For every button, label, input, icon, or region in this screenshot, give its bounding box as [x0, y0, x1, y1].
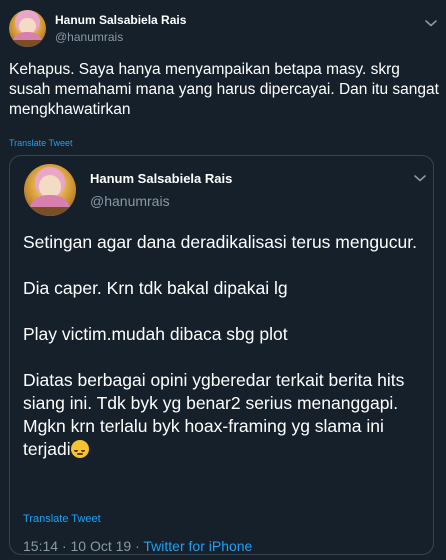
meta-separator: · — [135, 538, 140, 554]
quoted-tweet-card[interactable]: Hanum Salsabiela Rais @hanumrais Setinga… — [9, 155, 434, 555]
avatar-desk — [9, 40, 46, 47]
chevron-down-icon[interactable] — [413, 173, 427, 183]
meta-separator: · — [61, 538, 67, 554]
tweet-date[interactable]: 10 Oct 19 — [71, 538, 132, 554]
quoted-author-avatar[interactable] — [24, 164, 76, 216]
author-avatar[interactable] — [9, 10, 46, 47]
quoted-paragraph: Dia caper. Krn tdk bakal dipakai lg — [23, 278, 288, 298]
chevron-down-icon[interactable] — [424, 18, 438, 28]
avatar-desk — [24, 206, 76, 216]
tweet-source-link[interactable]: Twitter for iPhone — [143, 538, 252, 554]
translate-tweet-link[interactable]: Translate Tweet — [9, 138, 73, 148]
tweet-time[interactable]: 15:14 — [23, 538, 58, 554]
quoted-paragraph: Play victim.mudah dibaca sbg plot — [23, 324, 288, 344]
quoted-author-name[interactable]: Hanum Salsabiela Rais — [90, 171, 232, 186]
author-handle[interactable]: @hanumrais — [55, 30, 123, 44]
quoted-tweet-text: Setingan agar dana deradikalisasi terus … — [23, 231, 428, 484]
author-name[interactable]: Hanum Salsabiela Rais — [55, 13, 186, 27]
quoted-author-handle[interactable]: @hanumrais — [90, 193, 170, 209]
translate-tweet-link[interactable]: Translate Tweet — [23, 513, 101, 525]
tweet-metadata: 15:14 · 10 Oct 19 · Twitter for iPhone — [23, 538, 252, 554]
quoted-paragraph: Setingan agar dana deradikalisasi terus … — [23, 232, 417, 252]
pensive-face-icon — [70, 440, 89, 458]
tweet-text: Kehapus. Saya hanya menyampaikan betapa … — [9, 61, 439, 118]
quoted-paragraph-last: Diatas berbagai opini ygberedar terkait … — [23, 369, 428, 461]
